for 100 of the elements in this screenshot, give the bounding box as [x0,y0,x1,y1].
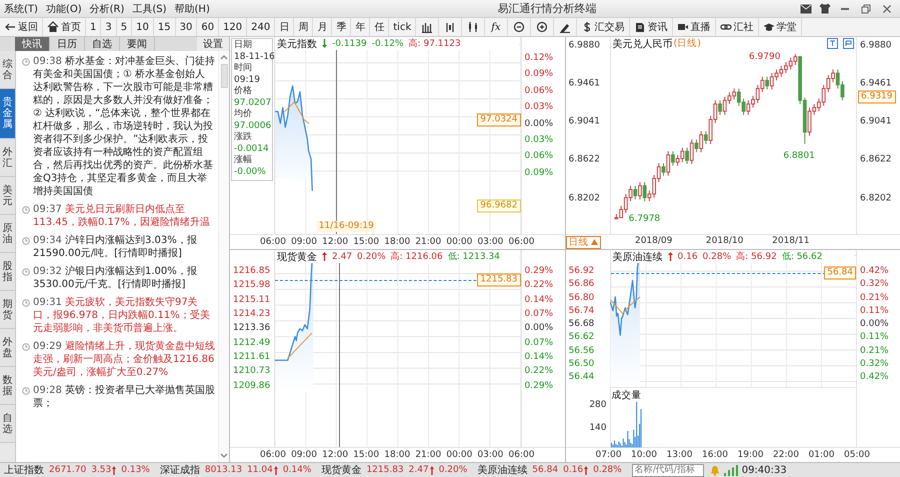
toolbar-button[interactable]: 汇交易 [576,18,630,36]
axis-label: 00:00 [446,237,472,247]
window-title: 易汇通行情分析终端 [496,1,598,16]
news-tab[interactable]: 要闻 [120,37,155,51]
period-button[interactable]: 周 [294,18,314,36]
axis-label: 01:00 [808,450,834,460]
period-button[interactable]: 5 [116,18,132,36]
function-button[interactable]: fx [485,18,508,36]
menu-item[interactable]: 分析(R) [90,2,124,16]
axis-label: 0.29% [524,266,554,277]
news-item-text: 09:29 避险情绪上升，现货黄金盘中短线走强，刷新一周高点；金价触及1216.86美元/盎司，涨幅扩大至0.27% [33,340,215,379]
news-item-text: 09:28 英镑：投资者早已大举抛售英国股票； [33,384,215,410]
axis-label: 21:00 [415,450,442,460]
tooltip-value: 97.0207 [234,98,271,108]
quote-change: 0.16 [563,465,584,475]
period-button[interactable]: 30 [176,18,198,36]
price-tag: 96.9682 [477,200,520,213]
tooltip-label: 时间 [234,63,253,74]
clock-icon [22,387,30,395]
chart-title: 美元兑人民币 [612,38,672,50]
search-field[interactable]: 名称/代码/指标 [632,464,704,476]
category-tab[interactable]: 原油 [0,215,15,253]
axis-label: 2018/11 [772,236,810,246]
toolbar-button[interactable]: 直播 [672,18,716,36]
axis-label: 0.29% [524,380,554,392]
volume-title: 成交量 [612,389,642,402]
period-button[interactable]: 年 [351,18,370,36]
axis-label: 06:00 [508,450,534,460]
period-button[interactable]: 10 [132,18,154,36]
clock-icon [22,268,30,276]
restore-icon [861,4,871,14]
period-button[interactable]: 日 [275,18,294,36]
restore-button[interactable] [859,2,873,16]
category-tab[interactable]: 数据 [0,367,15,405]
axis-label: 6.9880 [860,40,892,52]
period-button[interactable]: 3 [101,18,117,36]
category-tab[interactable]: 美元 [0,177,15,215]
toolbar-button[interactable]: 学堂 [758,18,802,36]
axis-label: 6.9461 [568,78,600,90]
book-icon [634,21,646,33]
quote-price: 56.84 [532,465,558,475]
period-button[interactable]: 月 [313,18,332,36]
axis-label: 0.12% [524,53,554,64]
toolbar-button[interactable]: 返回 [0,18,43,36]
menu-item[interactable]: 帮助(H) [174,2,210,16]
axis-label: 6.9880 [568,40,600,52]
axis-label: 0.00% [524,118,554,130]
axis-label: 0.11% [860,332,890,344]
news-tab[interactable]: 自选 [85,37,120,51]
quote-value: 0.20% [357,252,386,262]
axis-label: 16:00 [702,450,728,460]
toolbar-button[interactable]: 资讯 [630,18,673,36]
average-line [283,99,311,127]
chart-title: 现货黄金 [277,250,317,264]
category-tab[interactable]: 外盘 [0,329,15,367]
scrollbar[interactable] [218,51,229,462]
quote-value: 高: 1216.06 [390,250,443,263]
period-button[interactable]: 60 [197,18,220,36]
period-button[interactable]: 120 [219,18,248,36]
period-button[interactable]: tick [389,18,416,36]
axis-label: 56.86 [568,279,596,290]
category-tab[interactable]: 外汇 [0,139,15,177]
menu-item[interactable]: 工具(S) [132,2,167,16]
menu-item[interactable]: 系统(T) [4,2,38,16]
category-tab[interactable]: 自选 [0,405,15,443]
period-note: (日线) [674,37,701,50]
up-arrow-icon [112,466,116,474]
quote-value: 0.28% [702,252,732,262]
axis-label: 1216.85 [233,266,272,277]
news-item-text: 09:37 美元兑日元刷新日内低点至113.45，跌幅0.17%，因避险情绪升温 [33,203,211,229]
period-button[interactable]: 1 [86,18,102,36]
axis-label: 0.03% [524,134,554,146]
quote-value: -0.1139 [332,38,367,48]
quote-value: 高: 97.1123 [408,38,461,50]
category-tab[interactable]: 股指 [0,253,15,291]
category-tab[interactable]: 贵金属 [0,89,15,139]
video-camera-icon [676,21,689,33]
period-button[interactable]: 任 [370,18,390,36]
axis-label: 15:00 [353,450,380,460]
close-icon [882,4,892,14]
quote-name: 上证指数 [4,464,44,477]
toolbar-button[interactable]: 首页 [43,18,86,36]
axis-label: 05:00 [844,450,870,460]
price-tag: 1215.83 [477,273,520,286]
category-tab[interactable]: 综合 [0,51,15,89]
axis-label: 56.56 [568,346,596,356]
period-button[interactable]: 15 [154,18,176,36]
scrollbar-thumb[interactable] [220,64,228,88]
axis-label: 10:00 [631,450,657,460]
axis-label: 0.09% [524,168,554,179]
menu-item[interactable]: 功能(O) [46,2,82,16]
axis-label: 6.8622 [860,154,892,166]
toolbar-button[interactable]: 汇社 [716,18,759,36]
news-tab[interactable]: 快讯 [15,37,50,51]
settings-button[interactable]: 设置 [197,37,229,51]
period-button[interactable]: 240 [247,18,276,36]
period-button[interactable]: 季 [332,18,352,36]
news-tab[interactable]: 日历 [50,37,85,51]
scroll-down-icon [220,453,228,459]
category-tab[interactable]: 期货 [0,291,15,329]
